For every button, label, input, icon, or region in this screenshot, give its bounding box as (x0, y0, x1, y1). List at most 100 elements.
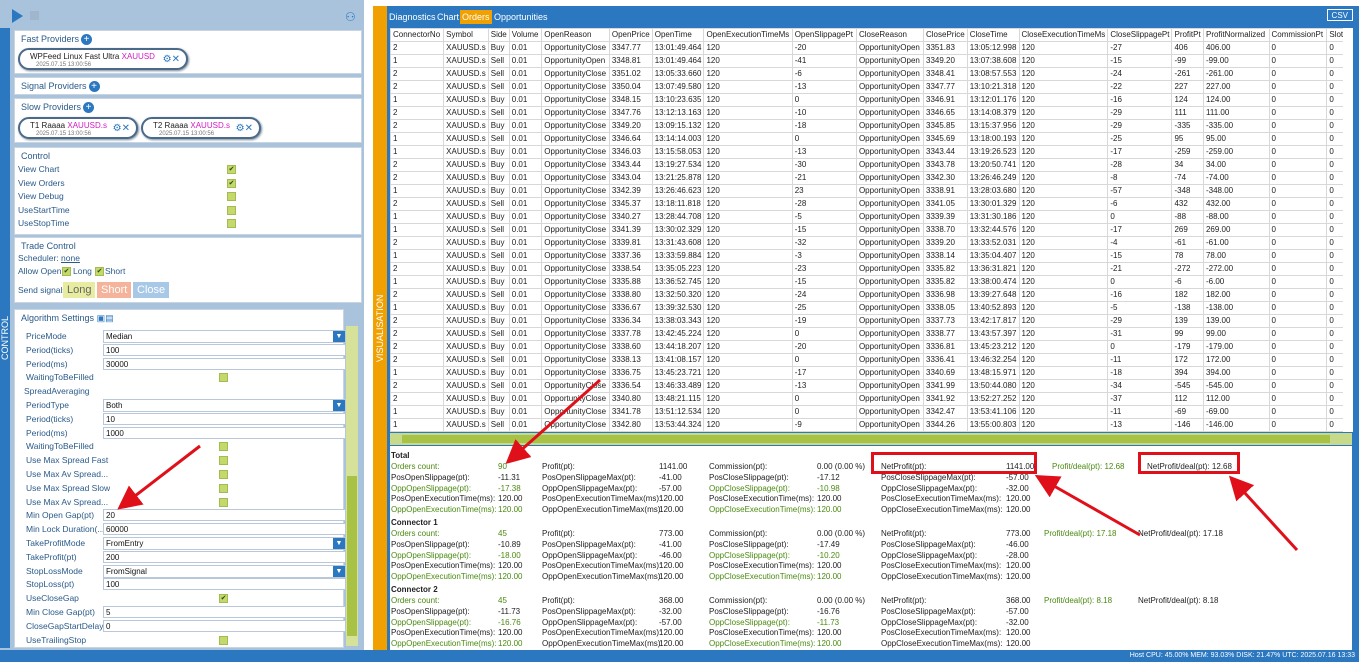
column-header[interactable]: CommissionPt (1268, 28, 1328, 42)
tab-chart[interactable]: Chart (435, 10, 461, 24)
table-row[interactable]: 2 XAUUSD.s Buy 0.01 OpportunityClose 3347.77 1… (390, 41, 1352, 55)
setting-select[interactable]: Both ▼ (103, 399, 346, 412)
setting-checkbox[interactable] (219, 442, 228, 452)
settings-close-icon[interactable]: ⚙✕ (236, 123, 253, 134)
setting-input[interactable]: 5 (103, 606, 346, 618)
settings-close-icon[interactable]: ⚙✕ (163, 54, 180, 65)
tab-opportunities[interactable]: Opportunities (492, 10, 550, 24)
setting-select[interactable]: Median ▼ (103, 330, 346, 343)
table-row[interactable]: 1 XAUUSD.s Buy 0.01 OpportunityClose 3341.78 1… (390, 405, 1352, 419)
settings-scrollbar[interactable] (346, 326, 358, 646)
column-header[interactable]: OpenExecutionTimeMs (703, 28, 793, 42)
table-row[interactable]: 2 XAUUSD.s Buy 0.01 OpportunityClose 3340.80 1… (390, 392, 1352, 406)
column-header[interactable]: OpenSlippagePt (791, 28, 857, 42)
tab-orders[interactable]: Orders (460, 10, 492, 24)
table-row[interactable]: 1 XAUUSD.s Buy 0.01 OpportunityClose 3336.67 1… (390, 301, 1352, 315)
table-row[interactable]: 2 XAUUSD.s Sell 0.01 OpportunityClose 3337.78… (390, 327, 1352, 341)
setting-input[interactable]: 60000 (103, 523, 346, 536)
column-header[interactable]: OpenPrice (608, 28, 653, 42)
add-signal-provider-icon[interactable]: + (88, 81, 100, 93)
send-short-button[interactable]: Short (97, 282, 132, 298)
add-fast-provider-icon[interactable]: + (81, 34, 93, 46)
control-item-checkbox[interactable] (227, 192, 236, 201)
table-row[interactable]: 2 XAUUSD.s Sell 0.01 OpportunityClose 3347.76… (390, 106, 1352, 120)
column-header[interactable]: ConnectorNo (390, 28, 445, 42)
control-item-checkbox[interactable]: ✔ (227, 165, 236, 174)
table-row[interactable]: 1 XAUUSD.s Sell 0.01 OpportunityClose 3337.36… (390, 249, 1352, 263)
column-header[interactable]: CloseReason (855, 28, 925, 42)
grid-scroll-thumb[interactable] (402, 435, 1330, 443)
column-header[interactable]: OpenReason (541, 28, 610, 42)
table-row[interactable]: 2 XAUUSD.s Buy 0.01 OpportunityClose 3343.04 1… (390, 171, 1352, 185)
table-row[interactable]: 2 XAUUSD.s Sell 0.01 OpportunityClose 3350.04… (390, 80, 1352, 94)
table-row[interactable]: 2 XAUUSD.s Sell 0.01 OpportunityClose 3336.54… (390, 379, 1352, 393)
column-header[interactable]: ProfitNormalized (1202, 28, 1270, 42)
setting-select[interactable]: FromEntry ▼ (103, 537, 346, 550)
slow-provider-pill[interactable]: T2 Raaaa XAUUSD.s 2025.07.15 13:00:56 ⚙✕ (141, 117, 261, 139)
table-row[interactable]: 1 XAUUSD.s Buy 0.01 OpportunityClose 3348.15 1… (390, 93, 1352, 107)
setting-checkbox[interactable] (219, 635, 228, 645)
table-row[interactable]: 1 XAUUSD.s Sell 0.01 OpportunityOpen 3348.81 1… (390, 54, 1352, 68)
table-row[interactable]: 2 XAUUSD.s Buy 0.01 OpportunityClose 3336.34 1… (390, 314, 1352, 328)
column-header[interactable]: ProfitPt (1171, 28, 1204, 42)
control-item-checkbox[interactable] (227, 205, 236, 215)
setting-input[interactable]: 10 (103, 412, 346, 425)
chevron-down-icon[interactable]: ▼ (333, 331, 345, 342)
table-row[interactable]: 1 XAUUSD.s Sell 0.01 OpportunityClose 3346.64… (390, 132, 1352, 146)
table-row[interactable]: 1 XAUUSD.s Buy 0.01 OpportunityClose 3342.39 1… (390, 184, 1352, 198)
control-item-checkbox[interactable]: ✔ (227, 178, 236, 188)
table-row[interactable]: 2 XAUUSD.s Sell 0.01 OpportunityClose 3351.02… (390, 67, 1352, 81)
table-row[interactable]: 1 XAUUSD.s Buy 0.01 OpportunityClose 3335.88 1… (390, 275, 1352, 289)
column-header[interactable]: CloseSlippagePt (1107, 28, 1173, 42)
fast-provider-pill[interactable]: WPFeed Linux Fast Ultra XAUUSD 2025.07.1… (18, 48, 188, 70)
play-icon[interactable] (12, 9, 23, 23)
table-row[interactable]: 1 XAUUSD.s Buy 0.01 OpportunityClose 3340.27 1… (390, 210, 1352, 224)
table-row[interactable]: 1 XAUUSD.s Buy 0.01 OpportunityClose 3336.75 1… (390, 366, 1352, 380)
slow-provider-pill[interactable]: T1 Raaaa XAUUSD.s 2025.07.15 13:00:56 ⚙✕ (18, 117, 138, 139)
column-header[interactable]: CloseTime (966, 28, 1020, 42)
column-header[interactable]: OpenTime (651, 28, 705, 42)
settings-scroll-thumb[interactable] (347, 476, 357, 636)
table-row[interactable]: 1 XAUUSD.s Sell 0.01 OpportunityClose 3342.80… (390, 418, 1352, 432)
settings-close-icon[interactable]: ⚙✕ (113, 123, 130, 134)
column-header[interactable]: Symbol (443, 28, 489, 42)
grid-horizontal-scrollbar[interactable] (390, 433, 1352, 445)
setting-checkbox[interactable]: ✔ (219, 594, 228, 604)
column-header[interactable]: ClosePrice (923, 28, 968, 42)
setting-input[interactable]: 20 (103, 509, 346, 522)
setting-input[interactable]: 100 (103, 578, 346, 591)
setting-input[interactable]: 100 (103, 343, 346, 356)
csv-button[interactable]: CSV (1326, 9, 1353, 21)
table-row[interactable]: 2 XAUUSD.s Buy 0.01 OpportunityClose 3343.44 1… (390, 158, 1352, 172)
setting-input[interactable]: 200 (103, 550, 346, 563)
control-item-checkbox[interactable] (227, 219, 236, 228)
column-header[interactable]: Side (487, 28, 510, 42)
setting-input[interactable]: 1000 (103, 426, 346, 439)
stop-icon[interactable] (30, 11, 39, 20)
setting-checkbox[interactable] (219, 470, 228, 479)
setting-input[interactable]: 0 (103, 619, 346, 632)
column-header[interactable]: Volume (508, 28, 543, 42)
send-long-button[interactable]: Long (63, 282, 96, 298)
chevron-down-icon[interactable]: ▼ (333, 400, 345, 411)
allow-long-checkbox[interactable]: ✔ (62, 267, 71, 276)
chevron-down-icon[interactable]: ▼ (333, 565, 345, 577)
table-row[interactable]: 2 XAUUSD.s Buy 0.01 OpportunityClose 3338.54 1… (390, 262, 1352, 276)
table-row[interactable]: 2 XAUUSD.s Buy 0.01 OpportunityClose 3338.60 1… (390, 340, 1352, 354)
table-row[interactable]: 2 XAUUSD.s Sell 0.01 OpportunityClose 3338.80… (390, 288, 1352, 302)
table-row[interactable]: 2 XAUUSD.s Buy 0.01 OpportunityClose 3339.81 1… (390, 236, 1352, 250)
setting-select[interactable]: FromSignal ▼ (103, 564, 346, 578)
setting-checkbox[interactable] (219, 497, 228, 507)
column-header[interactable]: CloseExecutionTimeMs (1018, 28, 1109, 42)
table-row[interactable]: 2 XAUUSD.s Buy 0.01 OpportunityClose 3349.20 1… (390, 119, 1352, 133)
table-row[interactable]: 1 XAUUSD.s Buy 0.01 OpportunityClose 3346.03 1… (390, 145, 1352, 159)
setting-checkbox[interactable] (219, 483, 228, 493)
table-row[interactable]: 1 XAUUSD.s Sell 0.01 OpportunityClose 3341.39… (390, 223, 1352, 237)
users-icon[interactable]: ⚇ (345, 10, 356, 24)
setting-input[interactable]: 30000 (103, 357, 346, 370)
tab-diagnostics[interactable]: Diagnostics (387, 10, 438, 24)
add-slow-provider-icon[interactable]: + (83, 102, 95, 114)
grid-vertical-scrollbar[interactable] (1343, 28, 1353, 432)
setting-checkbox[interactable] (219, 373, 228, 383)
allow-short-checkbox[interactable]: ✔ (95, 267, 104, 276)
